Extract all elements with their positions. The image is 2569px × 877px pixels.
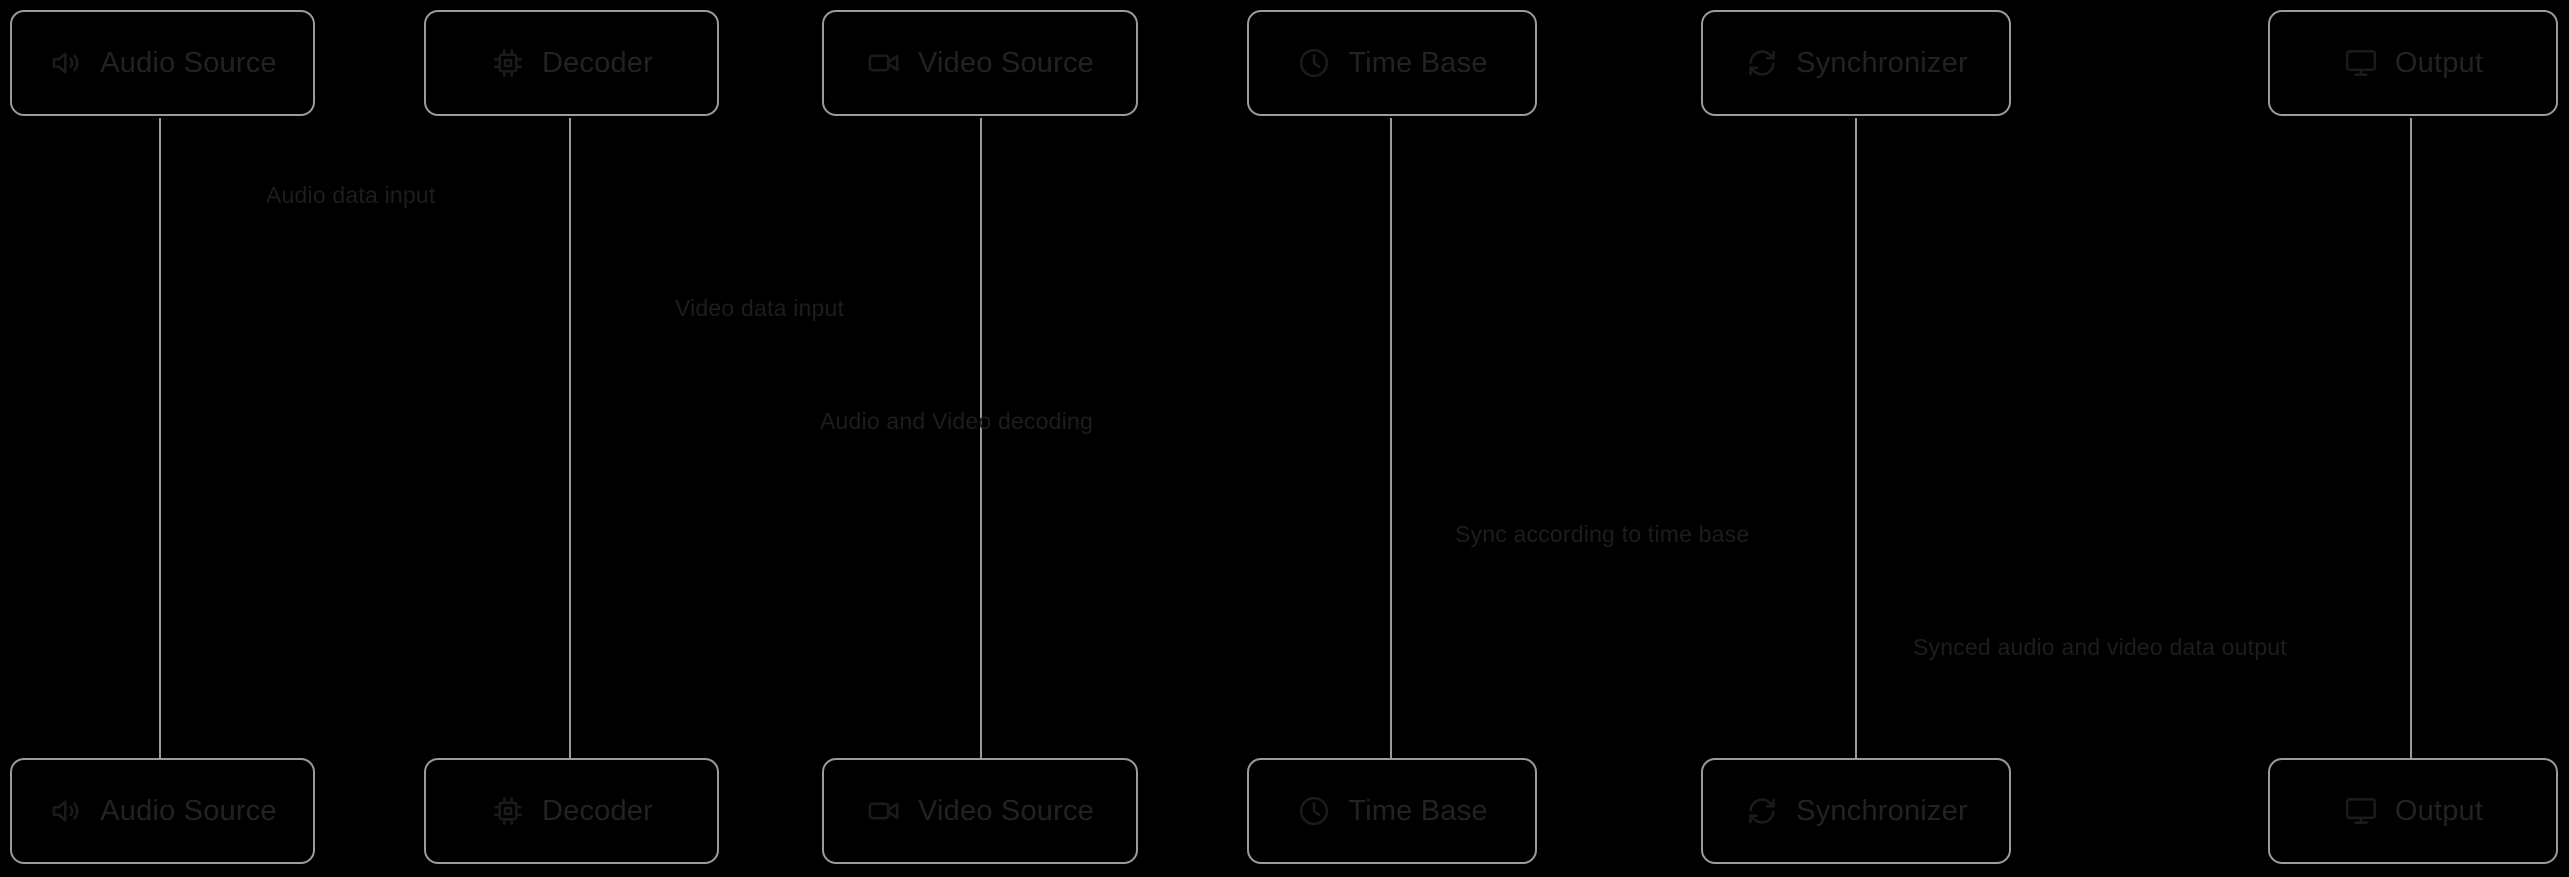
clock-icon xyxy=(1296,793,1332,829)
monitor-icon xyxy=(2343,793,2379,829)
participant-label: Output xyxy=(2394,46,2484,79)
participant-audio-source-top[interactable]: Audio Source xyxy=(10,10,315,116)
cpu-chip-icon xyxy=(490,793,526,829)
refresh-sync-icon xyxy=(1744,45,1780,81)
speaker-icon xyxy=(48,793,84,829)
participant-audio-source-bottom[interactable]: Audio Source xyxy=(10,758,315,864)
clock-icon xyxy=(1296,45,1332,81)
message-label-sync-according-to-time-base: Sync according to time base xyxy=(1455,521,1750,547)
participant-video-source-top[interactable]: Video Source xyxy=(822,10,1138,116)
participant-time-base-bottom[interactable]: Time Base xyxy=(1247,758,1537,864)
participant-label: Audio Source xyxy=(100,46,277,79)
lifeline-time-base xyxy=(1390,118,1392,758)
video-camera-icon xyxy=(866,793,902,829)
sequence-diagram-canvas: Audio Source Decoder Video Source Time B… xyxy=(0,0,2569,877)
message-label-video-data-input: Video data input xyxy=(675,295,845,321)
participant-label: Synchronizer xyxy=(1796,794,1968,827)
participant-synchronizer-bottom[interactable]: Synchronizer xyxy=(1701,758,2011,864)
lifeline-synchronizer xyxy=(1855,118,1857,758)
participant-label: Time Base xyxy=(1348,794,1488,827)
participant-decoder-top[interactable]: Decoder xyxy=(424,10,719,116)
message-label-audio-data-input: Audio data input xyxy=(266,182,436,208)
speaker-icon xyxy=(48,45,84,81)
participant-label: Video Source xyxy=(918,794,1094,827)
participant-label: Output xyxy=(2394,794,2484,827)
participant-synchronizer-top[interactable]: Synchronizer xyxy=(1701,10,2011,116)
participant-time-base-top[interactable]: Time Base xyxy=(1247,10,1537,116)
participant-output-bottom[interactable]: Output xyxy=(2268,758,2558,864)
lifeline-audio-source xyxy=(159,118,161,758)
message-label-audio-video-decoding: Audio and Video decoding xyxy=(820,408,1093,434)
participant-label: Decoder xyxy=(541,46,653,79)
participant-label: Synchronizer xyxy=(1796,46,1968,79)
lifeline-output xyxy=(2410,118,2412,758)
video-camera-icon xyxy=(866,45,902,81)
participant-label: Video Source xyxy=(918,46,1094,79)
participant-label: Time Base xyxy=(1348,46,1488,79)
participant-video-source-bottom[interactable]: Video Source xyxy=(822,758,1138,864)
refresh-sync-icon xyxy=(1744,793,1780,829)
participant-label: Audio Source xyxy=(100,794,277,827)
monitor-icon xyxy=(2343,45,2379,81)
lifeline-video-source xyxy=(980,118,982,758)
lifeline-decoder xyxy=(569,118,571,758)
participant-decoder-bottom[interactable]: Decoder xyxy=(424,758,719,864)
participant-label: Decoder xyxy=(541,794,653,827)
message-label-synced-audio-video-data-output: Synced audio and video data output xyxy=(1913,634,2287,660)
participant-output-top[interactable]: Output xyxy=(2268,10,2558,116)
cpu-chip-icon xyxy=(490,45,526,81)
